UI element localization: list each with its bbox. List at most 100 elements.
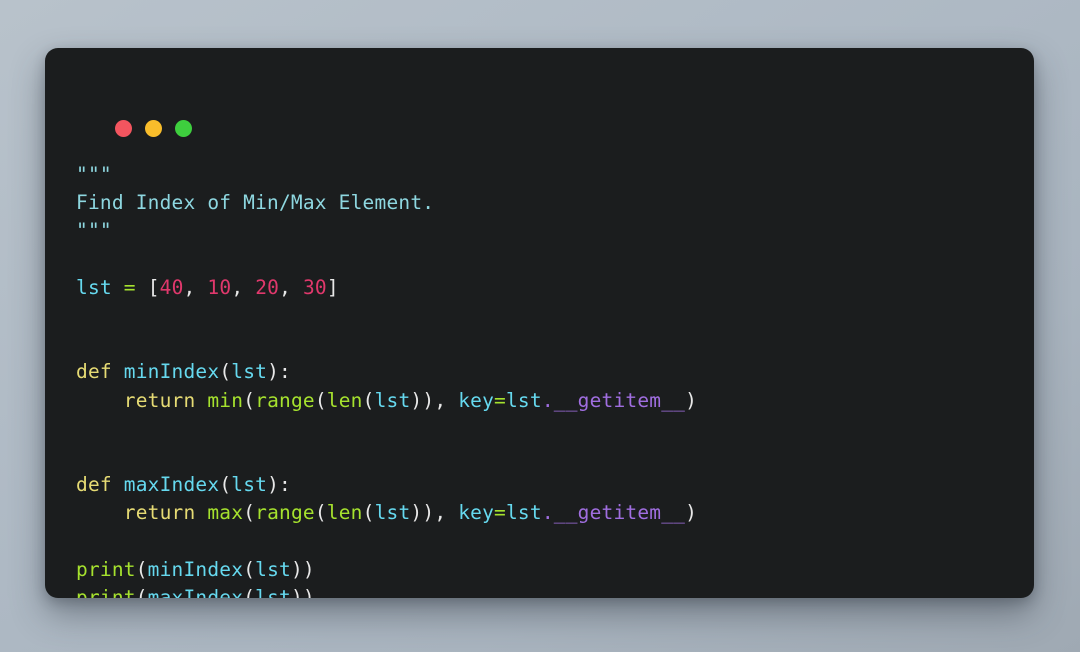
function-name-maxindex: maxIndex <box>123 473 220 497</box>
list-value-3: 30 <box>302 275 327 299</box>
paren-open: ( <box>219 360 232 384</box>
kwarg-assign-max: = <box>494 501 506 525</box>
window-titlebar[interactable] <box>45 48 1034 137</box>
indent-min <box>76 389 124 412</box>
code-line-16: print(maxIndex(lst)) <box>76 584 1034 598</box>
call-maxindex: maxIndex <box>147 585 244 598</box>
comma-args-max: , <box>434 501 459 525</box>
kwarg-key-min: key <box>458 388 495 412</box>
docstring-open: """ <box>76 163 112 186</box>
comma-0: , <box>183 275 208 299</box>
list-value-1: 10 <box>207 275 232 299</box>
code-line-7-blank <box>76 330 1034 358</box>
paren-open: ( <box>243 501 256 525</box>
paren-open: ( <box>314 388 327 412</box>
code-line-2: Find Index of Min/Max Element. <box>76 189 1034 217</box>
code-line-13: return max(range(len(lst)), key=lst.__ge… <box>76 499 1034 527</box>
code-line-10-blank <box>76 415 1034 443</box>
builtin-max: max <box>207 501 244 525</box>
bracket-open: [ <box>147 275 160 299</box>
kwarg-key-max: key <box>458 501 495 525</box>
paren-close: ) <box>267 473 280 497</box>
builtin-range-min: range <box>255 388 315 412</box>
code-line-4-blank <box>76 246 1034 274</box>
paren-close: ) <box>302 557 315 581</box>
builtin-len-max: len <box>326 501 363 525</box>
function-name-minindex: minIndex <box>123 360 220 384</box>
arg-lst-print-min: lst <box>255 557 291 581</box>
kwarg-assign-min: = <box>494 388 506 412</box>
keyword-def-max: def <box>76 473 112 497</box>
builtin-range-max: range <box>255 501 315 525</box>
builtin-print-max: print <box>76 585 136 598</box>
paren-open: ( <box>243 557 256 581</box>
paren-open: ( <box>243 585 256 598</box>
arg-lst-min: lst <box>374 388 411 412</box>
code-line-15: print(minIndex(lst)) <box>76 556 1034 584</box>
paren-close: ) <box>410 388 423 412</box>
bracket-close: ] <box>326 275 339 299</box>
paren-close: ) <box>685 388 698 412</box>
keyword-return-max: return <box>123 501 196 525</box>
arg-lst-print-max: lst <box>255 585 291 598</box>
call-minindex: minIndex <box>147 557 244 581</box>
paren-close: ) <box>267 360 280 384</box>
paren-close: ) <box>685 501 698 525</box>
paren-close: ) <box>290 585 303 598</box>
list-value-2: 20 <box>255 275 280 299</box>
keyword-def-min: def <box>76 360 112 384</box>
paren-open: ( <box>362 388 375 412</box>
param-lst-min: lst <box>231 360 268 384</box>
colon-min: : <box>279 360 291 384</box>
paren-open: ( <box>135 585 148 598</box>
dunder-getitem-min: .__getitem__ <box>541 388 686 412</box>
param-lst-max: lst <box>231 473 268 497</box>
keyword-return-min: return <box>123 388 196 412</box>
code-block[interactable]: """ Find Index of Min/Max Element. """ lst… <box>45 98 1034 598</box>
comma-1: , <box>231 275 256 299</box>
arg-lst-max: lst <box>374 501 411 525</box>
colon-max: : <box>279 473 291 497</box>
code-line-14-blank <box>76 527 1034 555</box>
docstring-text: Find Index of Min/Max Element. <box>76 191 435 215</box>
paren-close: ) <box>290 557 303 581</box>
paren-open: ( <box>219 473 232 497</box>
comma-args-min: , <box>434 388 459 412</box>
code-line-1: """ <box>76 161 1034 189</box>
dunder-getitem-max: .__getitem__ <box>541 501 686 525</box>
variable-lst: lst <box>76 275 112 299</box>
code-line-6-blank <box>76 302 1034 330</box>
paren-open: ( <box>135 557 148 581</box>
list-value-0: 40 <box>159 275 184 299</box>
code-editor-area[interactable]: """ Find Index of Min/Max Element. """ lst… <box>45 98 1034 598</box>
code-line-5: lst = [40, 10, 20, 30] <box>76 274 1034 302</box>
docstring-close: """ <box>76 219 112 243</box>
paren-close: ) <box>302 585 315 598</box>
code-line-11-blank <box>76 443 1034 471</box>
comma-2: , <box>279 275 303 299</box>
code-line-3: """ <box>76 217 1034 245</box>
paren-open: ( <box>243 388 256 412</box>
code-line-8: def minIndex(lst): <box>76 358 1034 386</box>
paren-close: ) <box>410 501 423 525</box>
builtin-print-min: print <box>76 557 136 581</box>
assign-operator: = <box>123 275 136 299</box>
paren-open: ( <box>314 501 327 525</box>
indent-max <box>76 501 124 524</box>
paren-open: ( <box>362 501 375 525</box>
kwarg-lst-min: lst <box>505 388 542 412</box>
code-line-9: return min(range(len(lst)), key=lst.__ge… <box>76 387 1034 415</box>
paren-close: ) <box>422 501 435 525</box>
builtin-len-min: len <box>326 388 363 412</box>
code-line-12: def maxIndex(lst): <box>76 471 1034 499</box>
builtin-min: min <box>207 388 244 412</box>
paren-close: ) <box>422 388 435 412</box>
kwarg-lst-max: lst <box>505 501 542 525</box>
code-snippet-window: """ Find Index of Min/Max Element. """ lst… <box>45 48 1034 598</box>
